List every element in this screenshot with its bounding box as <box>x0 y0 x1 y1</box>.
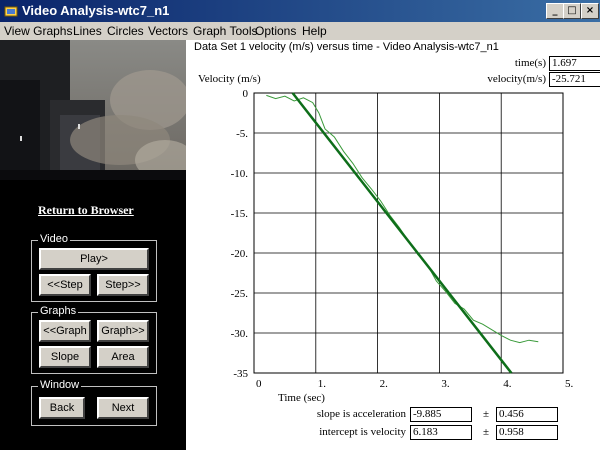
slope-plus-minus: ± <box>482 408 489 420</box>
y-tick-label: 0 <box>243 88 249 100</box>
window-title: Video Analysis-wtc7_n1 <box>22 3 170 18</box>
x-tick-label: 2. <box>380 378 389 390</box>
area-button[interactable]: Area <box>97 346 149 368</box>
intercept-plus-minus: ± <box>482 426 489 438</box>
app-icon <box>4 6 18 17</box>
slope-value: -9.885 <box>410 407 472 422</box>
minimize-button[interactable]: _ <box>546 3 564 19</box>
video-group: Video Play> <<Step Step>> <box>31 233 157 302</box>
menu-options[interactable]: Options <box>255 24 296 38</box>
graphs-group: Graphs <<Graph Graph>> Slope Area <box>31 305 157 374</box>
next-button[interactable]: Next <box>97 397 149 419</box>
x-tick-label: 5. <box>565 378 574 390</box>
y-tick-label: -35 <box>233 368 248 380</box>
y-tick-label: -10. <box>231 168 249 180</box>
y-tick-label: -30. <box>231 328 249 340</box>
slope-error: 0.456 <box>496 407 558 422</box>
back-button[interactable]: Back <box>39 397 85 419</box>
intercept-label: intercept is velocity <box>319 426 406 438</box>
y-tick-label: -20. <box>231 248 249 260</box>
menu-graph-tools[interactable]: Graph Tools <box>193 24 257 38</box>
title-bar[interactable]: Video Analysis-wtc7_n1 _ □ × <box>0 0 600 22</box>
previous-graph-button[interactable]: <<Graph <box>39 320 91 342</box>
control-panel: Return to Browser Video Play> <<Step Ste… <box>0 40 186 450</box>
next-graph-button[interactable]: Graph>> <box>97 320 149 342</box>
app-window: Video Analysis-wtc7_n1 _ □ × View Graphs… <box>0 0 600 450</box>
graphs-group-legend: Graphs <box>38 305 79 317</box>
menu-bar: View Graphs Lines Circles Vectors Graph … <box>0 22 600 40</box>
step-back-button[interactable]: <<Step <box>39 274 91 296</box>
menu-help[interactable]: Help <box>302 24 327 38</box>
window-group: Window Back Next <box>31 379 157 426</box>
play-button[interactable]: Play> <box>39 248 149 270</box>
plot-area[interactable] <box>253 92 564 374</box>
graph-panel: Data Set 1 velocity (m/s) versus time - … <box>186 40 600 450</box>
y-tick-label: -5. <box>236 128 248 140</box>
menu-vectors[interactable]: Vectors <box>148 24 188 38</box>
maximize-button[interactable]: □ <box>563 3 581 19</box>
x-tick-label: 0 <box>256 378 262 390</box>
y-tick-label: -25. <box>231 288 249 300</box>
video-frame <box>0 40 186 180</box>
close-button[interactable]: × <box>581 3 599 19</box>
step-forward-button[interactable]: Step>> <box>97 274 149 296</box>
x-tick-label: 4. <box>503 378 512 390</box>
x-tick-label: 1. <box>318 378 327 390</box>
velocity-chart[interactable]: 0 1. 2. 3. 4. 5. 0 -5. -10. -15. -20. -25. -30. -35 <box>186 40 600 400</box>
slope-label: slope is acceleration <box>316 408 406 420</box>
return-to-browser-link[interactable]: Return to Browser <box>38 203 134 218</box>
menu-circles[interactable]: Circles <box>107 24 144 38</box>
window-group-legend: Window <box>38 379 82 391</box>
menu-lines[interactable]: Lines <box>73 24 102 38</box>
video-group-legend: Video <box>38 233 70 245</box>
slope-button[interactable]: Slope <box>39 346 91 368</box>
y-tick-label: -15. <box>231 208 249 220</box>
menu-view-graphs[interactable]: View Graphs <box>4 24 72 38</box>
intercept-value: 6.183 <box>410 425 472 440</box>
intercept-error: 0.958 <box>496 425 558 440</box>
x-tick-label: 3. <box>441 378 450 390</box>
